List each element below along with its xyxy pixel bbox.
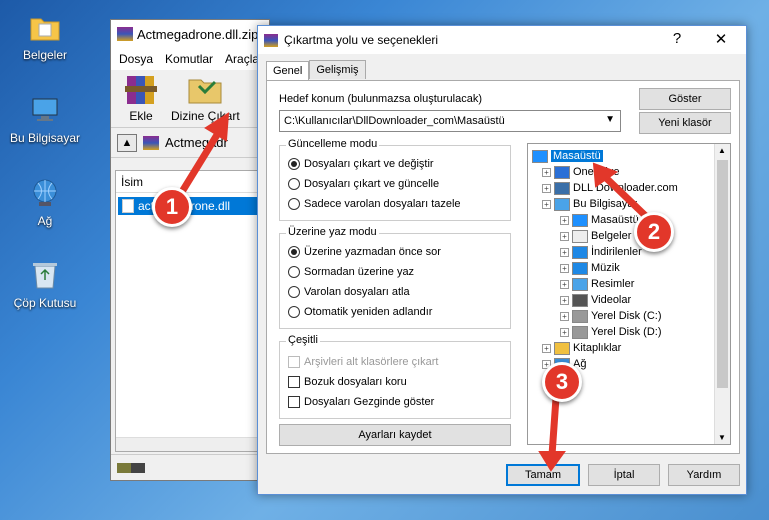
annotation-marker-3: 3 xyxy=(542,362,582,402)
arrow-3-head xyxy=(538,451,566,472)
annotation-marker-2: 2 xyxy=(634,212,674,252)
arrow-1 xyxy=(176,126,224,199)
arrow-3 xyxy=(548,394,560,459)
annotation-arrows xyxy=(176,112,656,472)
annotation-marker-1: 1 xyxy=(152,187,192,227)
